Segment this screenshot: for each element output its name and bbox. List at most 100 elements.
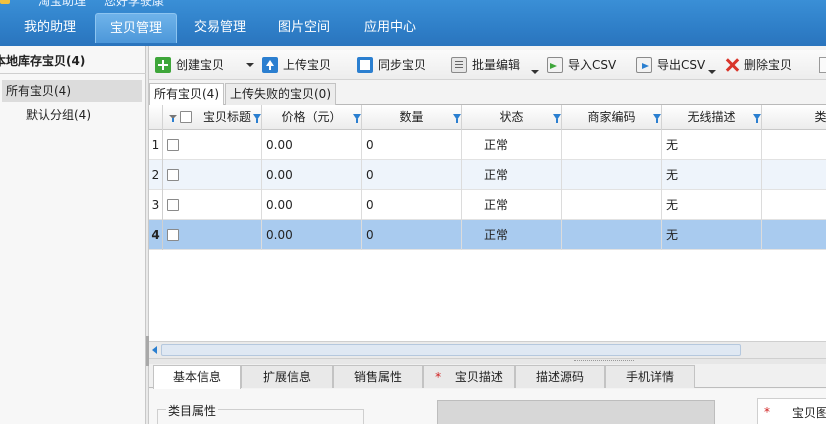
cell-merchant-code[interactable] bbox=[562, 220, 662, 250]
sync-icon bbox=[357, 57, 373, 73]
cell-status[interactable]: 正常 bbox=[462, 130, 562, 160]
row-number: 4 bbox=[149, 220, 163, 250]
cell-price[interactable]: 0.00 bbox=[262, 190, 362, 220]
delete-icon bbox=[725, 57, 739, 73]
cell-status[interactable]: 正常 bbox=[462, 160, 562, 190]
tab-item-management[interactable]: 宝贝管理 bbox=[95, 13, 177, 43]
cell-wireless-desc[interactable]: 无 bbox=[662, 160, 762, 190]
tab-trade-management[interactable]: 交易管理 bbox=[182, 13, 258, 43]
cell-status[interactable]: 正常 bbox=[462, 190, 562, 220]
row-number-header bbox=[149, 105, 163, 130]
app-title: 淘宝助理 bbox=[38, 0, 87, 8]
cell-wireless-desc[interactable]: 无 bbox=[662, 220, 762, 250]
chevron-down-icon[interactable] bbox=[531, 70, 539, 74]
export-icon bbox=[636, 57, 652, 73]
tab-item-description[interactable]: * 宝贝描述 bbox=[423, 365, 515, 388]
tab-all-items[interactable]: 所有宝贝(4) bbox=[149, 83, 224, 106]
scrollbar-thumb[interactable] bbox=[161, 344, 741, 356]
item-image-preview[interactable] bbox=[437, 400, 715, 424]
scroll-left-icon[interactable] bbox=[152, 346, 157, 354]
cell-title[interactable] bbox=[163, 160, 262, 190]
cell-wireless-desc[interactable]: 无 bbox=[662, 130, 762, 160]
tab-sales-props[interactable]: 销售属性 bbox=[333, 365, 423, 388]
category-props-label: 类目属性 bbox=[166, 402, 219, 419]
table-header: 宝贝标题 价格（元） 数量 状态 商家编码 无线描述 类目 bbox=[149, 105, 826, 130]
table-row-selected[interactable]: 4 0.00 0 正常 无 bbox=[149, 220, 826, 250]
user-greeting: 您好李驶康 bbox=[104, 0, 165, 8]
tab-app-center[interactable]: 应用中心 bbox=[352, 13, 428, 43]
upload-icon bbox=[262, 57, 278, 73]
cell-title[interactable] bbox=[163, 190, 262, 220]
filter-icon[interactable] bbox=[253, 114, 261, 123]
column-header-title[interactable]: 宝贝标题 bbox=[163, 105, 262, 130]
sidebar: 本地库存宝贝(4) 所有宝贝(4) 默认分组(4) bbox=[0, 46, 146, 424]
toolbar: 创建宝贝 上传宝贝 同步宝贝 批量编辑 导入CSV 导出CSV 删除宝贝 bbox=[149, 50, 826, 80]
cell-quantity[interactable]: 0 bbox=[362, 190, 462, 220]
detail-form: 类目属性 * 宝贝图 bbox=[149, 389, 826, 424]
filter-icon[interactable] bbox=[453, 114, 461, 123]
cell-title[interactable] bbox=[163, 220, 262, 250]
splitter-grip[interactable] bbox=[574, 360, 634, 362]
tab-description-source[interactable]: 描述源码 bbox=[515, 365, 605, 388]
import-icon bbox=[547, 57, 563, 73]
row-number: 1 bbox=[149, 130, 163, 160]
cell-quantity[interactable]: 0 bbox=[362, 220, 462, 250]
upload-item-button[interactable]: 上传宝贝 bbox=[262, 55, 331, 75]
table-row[interactable]: 3 0.00 0 正常 无 bbox=[149, 190, 826, 220]
sidebar-item-default-group[interactable]: 默认分组(4) bbox=[26, 104, 136, 126]
cell-wireless-desc[interactable]: 无 bbox=[662, 190, 762, 220]
batch-edit-icon bbox=[451, 57, 467, 73]
row-number: 2 bbox=[149, 160, 163, 190]
item-filter-tabs: 所有宝贝(4) 上传失败的宝贝(0) bbox=[149, 81, 826, 106]
tab-upload-failed[interactable]: 上传失败的宝贝(0) bbox=[225, 83, 336, 105]
top-bar: 淘宝助理 您好李驶康 我的助理 宝贝管理 交易管理 图片空间 应用中心 bbox=[0, 0, 826, 46]
item-image-label: 宝贝图 bbox=[792, 406, 826, 420]
tab-my-assistant[interactable]: 我的助理 bbox=[12, 13, 88, 43]
more-toolbar-icon[interactable] bbox=[819, 57, 826, 73]
column-header-price[interactable]: 价格（元） bbox=[262, 105, 362, 130]
filter-icon[interactable] bbox=[753, 114, 761, 123]
row-number: 3 bbox=[149, 190, 163, 220]
batch-edit-button[interactable]: 批量编辑 bbox=[451, 55, 520, 75]
detail-tabs: 基本信息 扩展信息 销售属性 * 宝贝描述 描述源码 手机详情 bbox=[149, 364, 826, 389]
filter-icon[interactable] bbox=[353, 114, 361, 123]
column-header-wireless-desc[interactable]: 无线描述 bbox=[662, 105, 762, 130]
tab-basic-info[interactable]: 基本信息 bbox=[153, 365, 241, 389]
column-header-merchant-code[interactable]: 商家编码 bbox=[562, 105, 662, 130]
cell-price[interactable]: 0.00 bbox=[262, 130, 362, 160]
filter-icon[interactable] bbox=[653, 114, 661, 123]
cell-price[interactable]: 0.00 bbox=[262, 220, 362, 250]
chevron-down-icon[interactable] bbox=[708, 70, 716, 74]
cell-quantity[interactable]: 0 bbox=[362, 130, 462, 160]
required-mark: * bbox=[764, 405, 770, 419]
plus-icon bbox=[155, 57, 171, 73]
table-row[interactable]: 2 0.00 0 正常 无 bbox=[149, 160, 826, 190]
delete-item-button[interactable]: 删除宝贝 bbox=[725, 55, 792, 75]
create-item-button[interactable]: 创建宝贝 bbox=[155, 55, 224, 75]
column-header-category[interactable]: 类目 bbox=[762, 105, 826, 130]
sync-item-button[interactable]: 同步宝贝 bbox=[357, 55, 426, 75]
sidebar-divider bbox=[0, 73, 146, 74]
tab-mobile-details[interactable]: 手机详情 bbox=[605, 365, 695, 388]
tab-extended-info[interactable]: 扩展信息 bbox=[241, 365, 333, 388]
sidebar-header: 本地库存宝贝(4) bbox=[0, 54, 86, 68]
item-table: 宝贝标题 价格（元） 数量 状态 商家编码 无线描述 类目 1 0.00 0 正… bbox=[149, 105, 826, 360]
import-csv-button[interactable]: 导入CSV bbox=[547, 55, 616, 75]
chevron-down-icon[interactable] bbox=[246, 63, 254, 67]
app-logo-icon bbox=[0, 0, 10, 4]
cell-status[interactable]: 正常 bbox=[462, 220, 562, 250]
horizontal-scrollbar[interactable] bbox=[149, 341, 826, 358]
table-row[interactable]: 1 0.00 0 正常 无 bbox=[149, 130, 826, 160]
column-header-status[interactable]: 状态 bbox=[462, 105, 562, 130]
filter-icon[interactable] bbox=[553, 114, 561, 123]
tab-image-space[interactable]: 图片空间 bbox=[266, 13, 342, 43]
cell-quantity[interactable]: 0 bbox=[362, 160, 462, 190]
cell-merchant-code[interactable] bbox=[562, 190, 662, 220]
export-csv-button[interactable]: 导出CSV bbox=[636, 55, 705, 75]
column-header-quantity[interactable]: 数量 bbox=[362, 105, 462, 130]
cell-price[interactable]: 0.00 bbox=[262, 160, 362, 190]
cell-merchant-code[interactable] bbox=[562, 160, 662, 190]
sidebar-item-all-items[interactable]: 所有宝贝(4) bbox=[2, 80, 142, 102]
cell-merchant-code[interactable] bbox=[562, 130, 662, 160]
cell-title[interactable] bbox=[163, 130, 262, 160]
